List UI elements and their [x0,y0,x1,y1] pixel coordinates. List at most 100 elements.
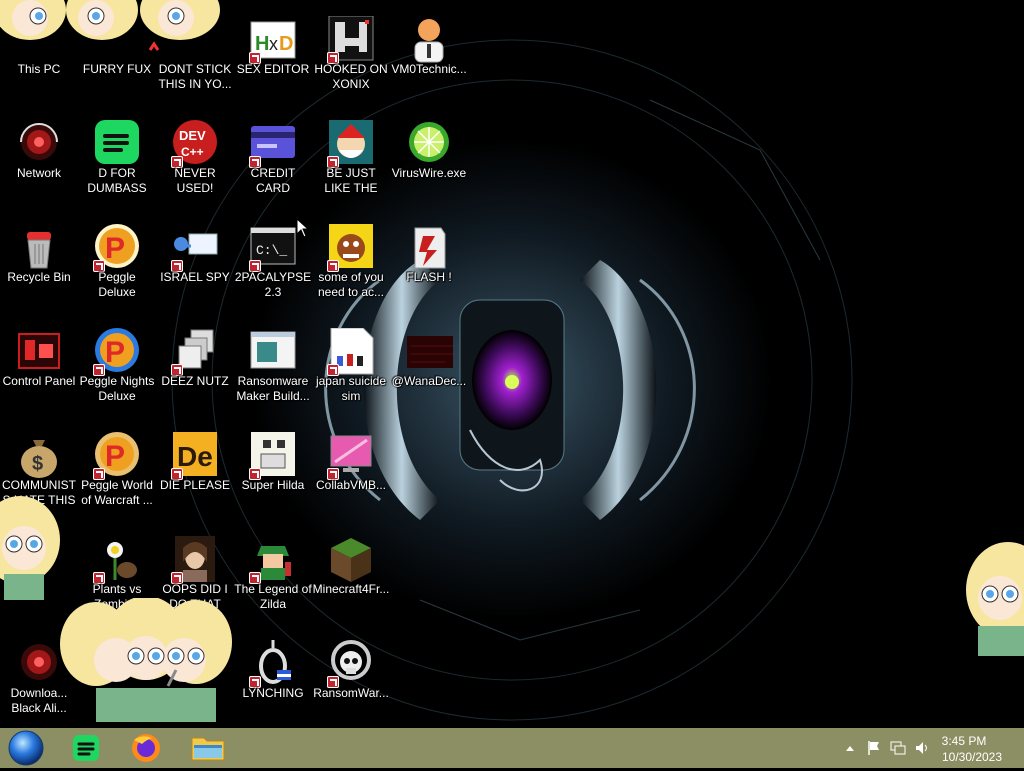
desktop-icon-never-used[interactable]: DEV C++ NEVER USED! [156,114,234,214]
desktop-icon-peggle-wow[interactable]: P Peggle World of Warcraft ... [78,426,156,526]
icon-label: DONT STICK THIS IN YO... [158,62,232,91]
desktop-icon-flash[interactable]: FLASH ! [390,218,468,318]
clock-date[interactable]: 10/30/2023 [932,750,1012,764]
icon-label: some of you need to ac... [317,270,385,299]
desktop-icon-legend-of-zilda[interactable]: The Legend of Zilda [234,530,312,630]
minecraft-icon [327,536,375,584]
desktop-icon-japan-suicide-sim[interactable]: japan suicide sim [312,322,390,422]
icon-label: VM0Technic... [391,62,467,76]
svg-text:C++: C++ [181,145,204,159]
icon-label: CREDIT CARD CHECKER [250,166,296,195]
skull-icon [327,640,375,688]
peggle-icon: P [93,328,141,376]
spotify-icon [73,735,99,761]
terminal-icon: C:\_ [249,224,297,272]
windows-stack-icon [171,328,219,376]
desktop-icon-control-panel[interactable]: Control Panel [0,322,78,422]
doctor-icon [405,16,453,64]
icon-label: Minecraft4Fr... [312,582,390,596]
link-icon [249,536,297,584]
desktop-icon-minecraft[interactable]: Minecraft4Fr... [312,530,390,630]
xonix-icon [327,15,375,64]
svg-text:De: De [177,441,213,472]
icon-label: RansomWar... [313,686,389,700]
desktop-icon-super-hilda[interactable]: Super Hilda [234,426,312,526]
icon-label: The Legend of Zilda [234,582,312,611]
svg-text:P: P [105,440,125,473]
icon-label: VirusWire.exe [391,166,467,180]
taskbar-app-file-explorer[interactable] [180,730,236,766]
devcpp-icon: DEV C++ [171,120,219,168]
desktop-icon-ransomware-maker[interactable]: Ransomware Maker Build... [234,322,312,422]
taskbar-app-firefox[interactable] [118,730,174,766]
svg-text:$: $ [32,453,43,475]
taskbar-app-spotify[interactable] [58,730,114,766]
desktop-icon-network[interactable]: Network [0,114,78,214]
desktop-icon-be-just-like-the-dude[interactable]: BE JUST LIKE THE DUDE! [312,114,390,214]
desktop-icon-israel-spy[interactable]: ISRAEL SPY [156,218,234,318]
lime-icon [405,120,453,168]
icon-label: FURRY FUX [82,62,152,76]
icon-label: @WanaDec... [391,374,467,388]
svg-text:P: P [105,232,125,265]
icon-label: japan suicide sim [315,374,387,403]
cartoon-character-sticker [966,542,1024,656]
icon-label: CollabVMB... [315,478,387,492]
portrait-icon [171,536,219,584]
svg-text:D: D [279,33,293,55]
desktop-icon-recycle-bin[interactable]: Recycle Bin [0,218,78,318]
de-icon: De [171,432,219,480]
system-tray: 3:45 PM 10/30/2023 [824,728,1024,768]
taskbar: 3:45 PM 10/30/2023 [0,728,1024,768]
network-tray-icon[interactable] [890,740,906,756]
desktop-icon-die-please[interactable]: De DIE PLEASE [156,426,234,526]
cartoon-character-sticker [0,0,220,51]
desktop-icon-d-for-dumbass[interactable]: D FOR DUMBASS [78,114,156,214]
noose-icon [249,640,297,688]
desktop-icon-lynching[interactable]: LYNCHING [234,634,312,734]
desktop-icon-deez-nutz[interactable]: DEEZ NUTZ [156,322,234,422]
credit-card-icon [249,120,297,168]
svg-text:DEV: DEV [179,128,206,143]
icon-label: BE JUST LIKE THE DUDE! [324,166,378,195]
icon-label: HOOKED ON XONIX [314,62,388,91]
flash-icon [405,224,453,272]
desktop-icon-credit-card-checker[interactable]: CREDIT CARD CHECKER [234,114,312,214]
control-panel-icon [15,328,63,376]
icon-label: Network [16,166,61,180]
chevron-up-icon[interactable] [842,740,858,756]
document-icon [327,327,375,376]
icon-label: Super Hilda [241,478,305,492]
clock-time[interactable]: 3:45 PM [924,734,1004,748]
flag-icon[interactable] [866,740,882,756]
desktop-icon-peggle-deluxe[interactable]: P Peggle Deluxe [78,218,156,318]
peggle-icon: P [93,224,141,272]
desktop-icon-hooked-on-xonix[interactable]: HOOKED ON XONIX [312,10,390,110]
spotify-icon [93,120,141,168]
desktop-icon-ransomwar[interactable]: RansomWar... [312,634,390,734]
desktop-icon-some-of-you[interactable]: some of you need to ac... [312,218,390,318]
desktop-icon-vm0technic[interactable]: VM0Technic... [390,10,468,110]
peggle-icon: P [93,432,141,480]
desktop-icon-peggle-nights[interactable]: P Peggle Nights Deluxe [78,322,156,422]
desktop-icon-collabvmb[interactable]: CollabVMB... [312,426,390,526]
desktop-icon-wanadec[interactable]: @WanaDec... [390,322,468,422]
start-orb-icon [8,730,44,766]
money-bag-icon: $ [15,432,63,480]
flower-icon [93,536,141,584]
icon-label: 2PACALYPSE 2.3 [234,270,312,299]
desktop-icon-viruswire[interactable]: VirusWire.exe [390,114,468,214]
icon-label: This PC [17,62,61,76]
hxd-icon: HxD [249,16,297,64]
icon-label: DIE PLEASE [159,478,231,492]
start-button[interactable] [6,730,46,766]
santa-icon [327,120,375,168]
icon-label: Ransomware Maker Build... [236,374,310,403]
cartoon-character-sticker [60,598,232,722]
icon-label: NEVER USED! [174,166,216,195]
icon-label: LYNCHING [242,686,304,700]
monitor-icon [327,432,375,480]
svg-text:C:\_: C:\_ [256,243,287,258]
icon-label: Peggle Deluxe [98,270,136,299]
icon-label: Control Panel [2,374,76,388]
